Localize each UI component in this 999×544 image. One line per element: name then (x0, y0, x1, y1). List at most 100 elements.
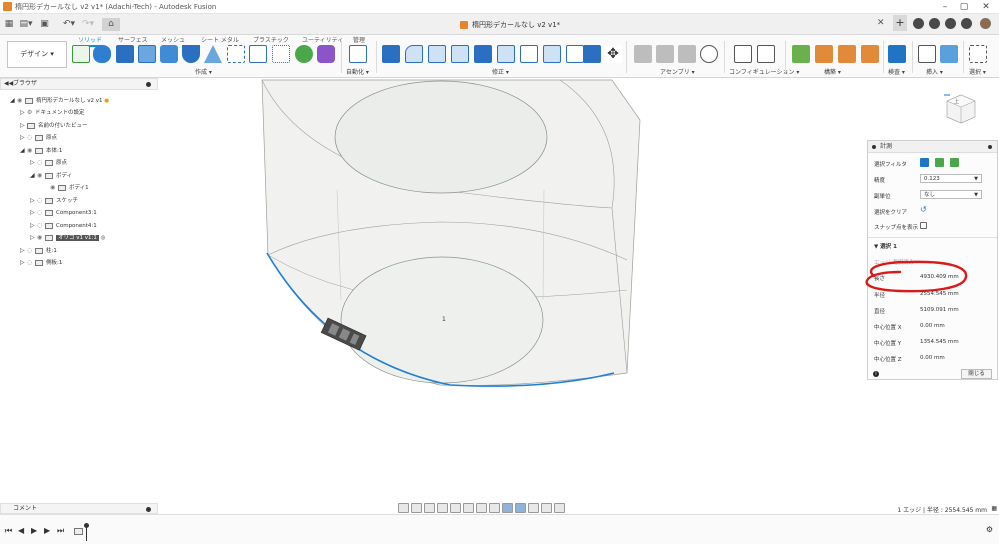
eye-icon[interactable]: ◌ (37, 195, 45, 206)
collapsed-arrow-icon[interactable]: ▷ (30, 207, 37, 218)
camera-icon[interactable] (554, 503, 565, 513)
new-tab-button[interactable]: + (893, 15, 907, 31)
measure-icon[interactable] (888, 45, 906, 63)
timeline-start-icon[interactable]: ⏮ (5, 526, 12, 536)
create-form-icon[interactable] (93, 45, 111, 63)
pan-icon[interactable] (424, 503, 435, 513)
expand-arrow-icon[interactable]: ◢ (20, 145, 27, 156)
midplane-icon[interactable] (861, 45, 879, 63)
eye-icon[interactable]: ◌ (27, 132, 35, 143)
file-menu-icon[interactable]: ▤▾ (18, 18, 34, 31)
visual-style-icon[interactable] (502, 503, 513, 513)
close-button[interactable]: 閉じる (961, 369, 992, 379)
move-copy-icon[interactable]: ✥ (604, 45, 622, 63)
tree-node-component3[interactable]: ▷ ◌ Component3:1 (30, 207, 97, 218)
config-table-icon[interactable] (757, 45, 775, 63)
tree-node-named-views[interactable]: ▷ 名前の付いたビュー (20, 120, 88, 131)
effects-icon[interactable] (528, 503, 539, 513)
split-face-icon[interactable] (583, 45, 601, 63)
collapsed-arrow-icon[interactable]: ▷ (30, 220, 37, 231)
filter-face-icon[interactable] (920, 158, 929, 167)
fillet-icon[interactable] (405, 45, 423, 63)
collapsed-arrow-icon[interactable]: ▷ (30, 195, 37, 206)
eye-icon[interactable]: ◌ (37, 157, 45, 168)
snap-points-checkbox[interactable] (920, 222, 927, 229)
zoom-icon[interactable] (437, 503, 448, 513)
eye-icon[interactable]: ◉ (27, 145, 35, 156)
collapsed-arrow-icon[interactable]: ▷ (20, 120, 27, 131)
offset-face-icon[interactable] (543, 45, 561, 63)
document-tab[interactable]: 楕円形デカールなし v2 v1* (460, 17, 560, 33)
tree-node-pillar[interactable]: ▷ ◌ 柱:1 (20, 245, 57, 256)
timeline-feature-icon[interactable] (74, 528, 83, 535)
tree-node-sketches[interactable]: ▷ ◌ スケッチ (30, 195, 78, 206)
job-status-icon[interactable] (929, 18, 940, 29)
automate-group-label[interactable]: 自動化 ▾ (346, 67, 369, 76)
pattern-icon[interactable] (249, 45, 267, 63)
collapsed-arrow-icon[interactable]: ▷ (20, 245, 27, 256)
mirror-icon[interactable] (272, 45, 290, 63)
motion-study-icon[interactable] (700, 45, 718, 63)
notifications-icon[interactable] (945, 18, 956, 29)
tab-sheet-metal[interactable]: シート メタル (201, 35, 239, 44)
collapse-icon[interactable]: ◀◀ (4, 79, 13, 89)
tree-node-component4[interactable]: ▷ ◌ Component4:1 (30, 220, 97, 231)
extrude-icon[interactable] (116, 45, 134, 63)
display-settings-icon[interactable] (463, 503, 474, 513)
eye-icon[interactable]: ◉ (17, 95, 25, 106)
configure-group-label[interactable]: コンフィギュレーション ▾ (729, 67, 799, 76)
comment-add-icon[interactable] (146, 507, 151, 512)
tab-utility[interactable]: ユーティリティ (302, 35, 343, 44)
tree-node-side-panel[interactable]: ▷ ◌ 側板:1 (20, 257, 62, 268)
boundary-fill-icon[interactable] (317, 45, 335, 63)
joint-icon[interactable] (656, 45, 674, 63)
tree-node-bodies[interactable]: ◢ ◉ ボディ (30, 170, 72, 181)
orbit-icon[interactable] (398, 503, 409, 513)
grid-menu-icon[interactable]: ▦ (4, 18, 14, 31)
undo-icon[interactable]: ↶▾ (60, 18, 78, 31)
look-at-icon[interactable] (411, 503, 422, 513)
new-sketch-icon[interactable] (72, 45, 90, 63)
web-icon[interactable] (227, 45, 245, 63)
replace-face-icon[interactable] (566, 45, 584, 63)
activate-radio-icon[interactable]: ◎ (101, 235, 106, 241)
precision-select[interactable]: 0.123 ▼ (920, 174, 982, 183)
press-pull-icon[interactable] (382, 45, 400, 63)
minimize-button[interactable]: – (935, 1, 955, 13)
status-settings-icon[interactable]: ▦ (991, 505, 997, 512)
configure-icon[interactable] (734, 45, 752, 63)
draft-icon[interactable] (474, 45, 492, 63)
shell-icon[interactable] (451, 45, 469, 63)
select-icon[interactable] (969, 45, 987, 63)
grid-settings-icon[interactable] (476, 503, 487, 513)
collapsed-arrow-icon[interactable]: ▷ (30, 157, 37, 168)
thicken-icon[interactable] (295, 45, 313, 63)
chamfer-icon[interactable] (428, 45, 446, 63)
timeline-play-icon[interactable]: ▶ (31, 526, 37, 535)
tab-surface[interactable]: サーフェス (118, 35, 148, 44)
expand-arrow-icon[interactable]: ◢ (30, 170, 37, 181)
eye-icon[interactable]: ◌ (27, 245, 35, 256)
select-group-label[interactable]: 選択 ▾ (969, 67, 986, 76)
modify-group-label[interactable]: 修正 ▾ (492, 67, 509, 76)
close-window-button[interactable]: ✕ (976, 1, 996, 13)
browser-header[interactable]: ◀◀ ブラウザ (0, 78, 158, 90)
help-icon[interactable] (961, 18, 972, 29)
timeline-next-icon[interactable]: ▶ (44, 526, 50, 535)
scale-icon[interactable] (497, 45, 515, 63)
comment-bar[interactable]: コメント (0, 503, 158, 514)
collapsed-arrow-icon[interactable]: ▷ (20, 107, 27, 118)
info-icon[interactable]: i (873, 371, 879, 377)
object-visibility-icon[interactable] (541, 503, 552, 513)
user-avatar[interactable] (980, 18, 991, 29)
measure-panel-header[interactable]: 計測 (868, 141, 997, 153)
expand-arrow-icon[interactable]: ◢ (10, 95, 17, 106)
insert-group-label[interactable]: 挿入 ▾ (926, 67, 943, 76)
top-hole-ellipse[interactable] (334, 80, 548, 194)
eye-icon[interactable]: ◌ (27, 257, 35, 268)
tree-node-body1[interactable]: ◉ ボディ1 (50, 182, 89, 193)
fit-icon[interactable] (450, 503, 461, 513)
sweep-icon[interactable] (160, 45, 178, 63)
selection-header[interactable]: ▼ 選択 1 (874, 242, 897, 250)
panel-collapse-icon[interactable] (872, 145, 876, 149)
